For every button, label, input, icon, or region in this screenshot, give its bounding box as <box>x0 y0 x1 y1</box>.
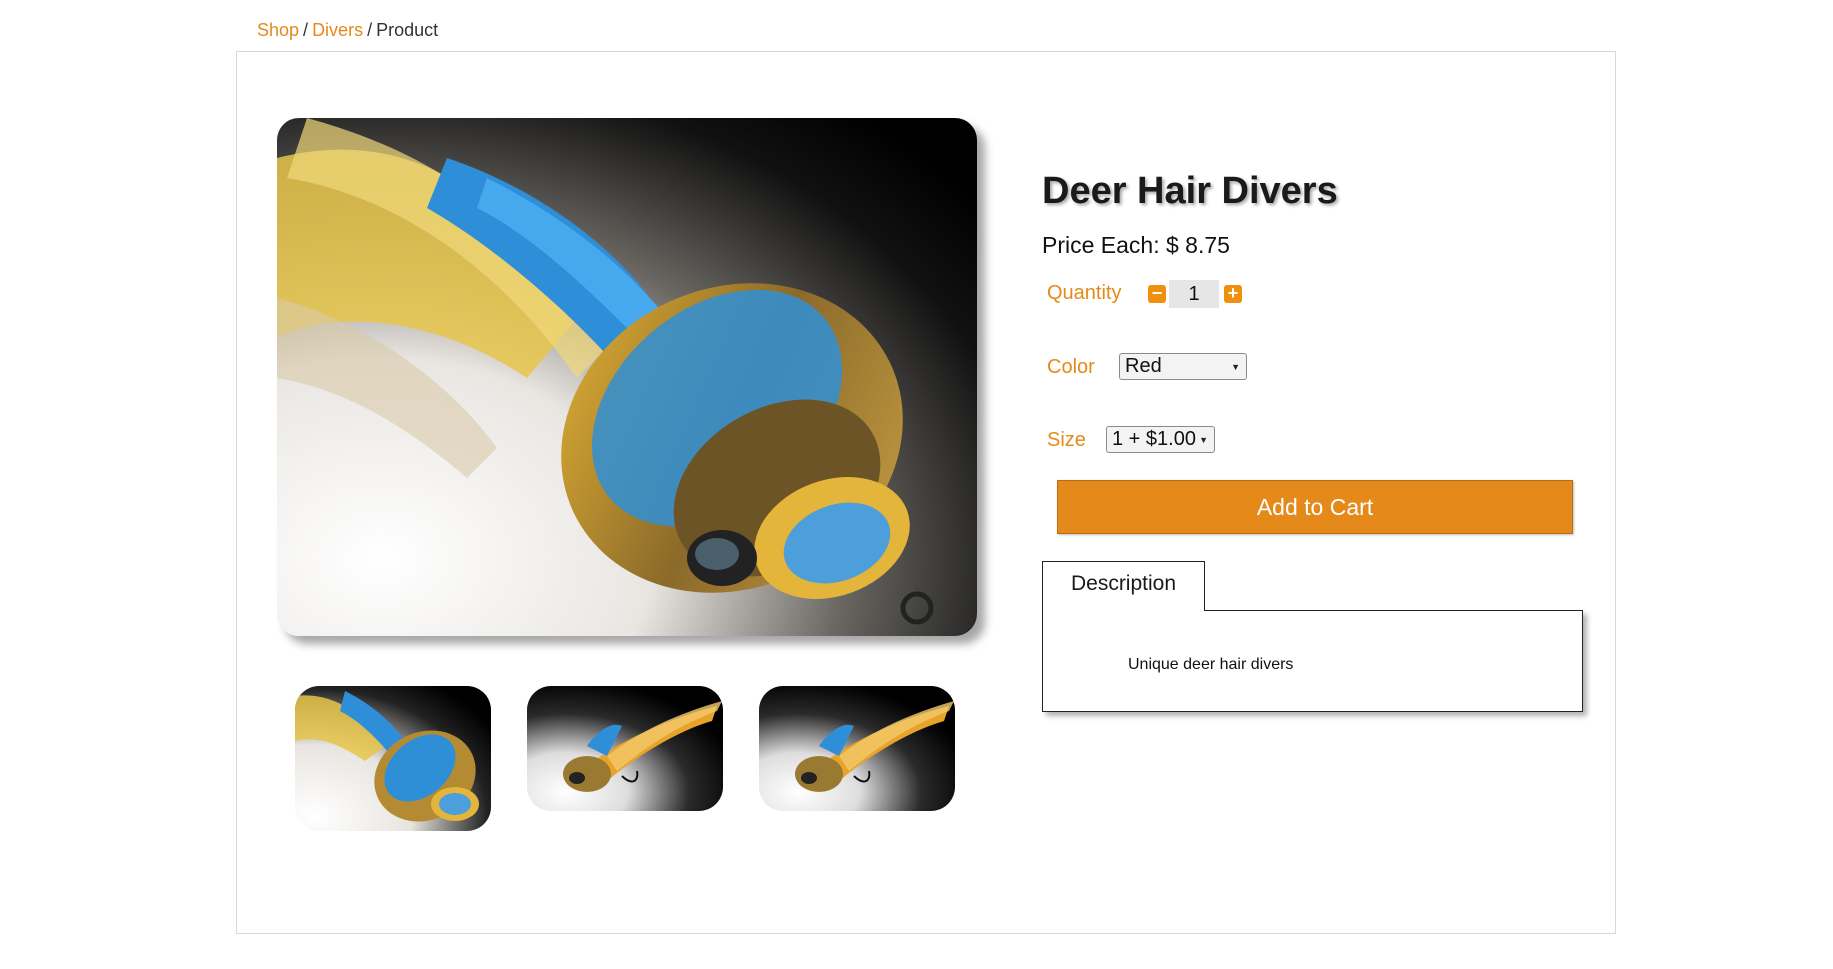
breadcrumb-divers-link[interactable]: Divers <box>312 20 363 40</box>
color-select[interactable]: Red ▼ <box>1119 353 1247 380</box>
description-panel: Unique deer hair divers <box>1042 610 1583 712</box>
size-select[interactable]: 1 + $1.00 ▼ <box>1106 426 1215 453</box>
dropdown-arrow-icon: ▼ <box>1199 435 1208 445</box>
thumbnail-image-1[interactable] <box>295 686 491 831</box>
main-product-image <box>277 118 977 636</box>
product-price: Price Each: $ 8.75 <box>1042 232 1230 258</box>
tab-description[interactable]: Description <box>1042 561 1205 611</box>
breadcrumb-shop-link[interactable]: Shop <box>257 20 299 40</box>
quantity-input[interactable] <box>1169 280 1219 308</box>
color-label: Color <box>1047 356 1095 378</box>
add-to-cart-button[interactable]: Add to Cart <box>1057 480 1573 534</box>
breadcrumb-current: Product <box>376 20 439 40</box>
description-text: Unique deer hair divers <box>1128 656 1294 673</box>
color-select-value: Red <box>1125 355 1162 377</box>
minus-square-icon[interactable]: − <box>1148 284 1166 303</box>
dropdown-arrow-icon: ▼ <box>1231 362 1240 372</box>
size-select-value: 1 + $1.00 <box>1112 428 1196 450</box>
breadcrumb-separator: / <box>303 20 309 40</box>
breadcrumb: Shop / Divers / Product <box>257 20 438 41</box>
breadcrumb-separator: / <box>367 20 373 40</box>
size-label: Size <box>1047 429 1086 451</box>
plus-square-icon[interactable]: + <box>1224 284 1242 303</box>
thumbnail-image-2[interactable] <box>527 686 723 811</box>
quantity-label: Quantity <box>1047 282 1122 304</box>
product-title: Deer Hair Divers <box>1042 170 1338 212</box>
thumbnail-image-3[interactable] <box>759 686 955 811</box>
